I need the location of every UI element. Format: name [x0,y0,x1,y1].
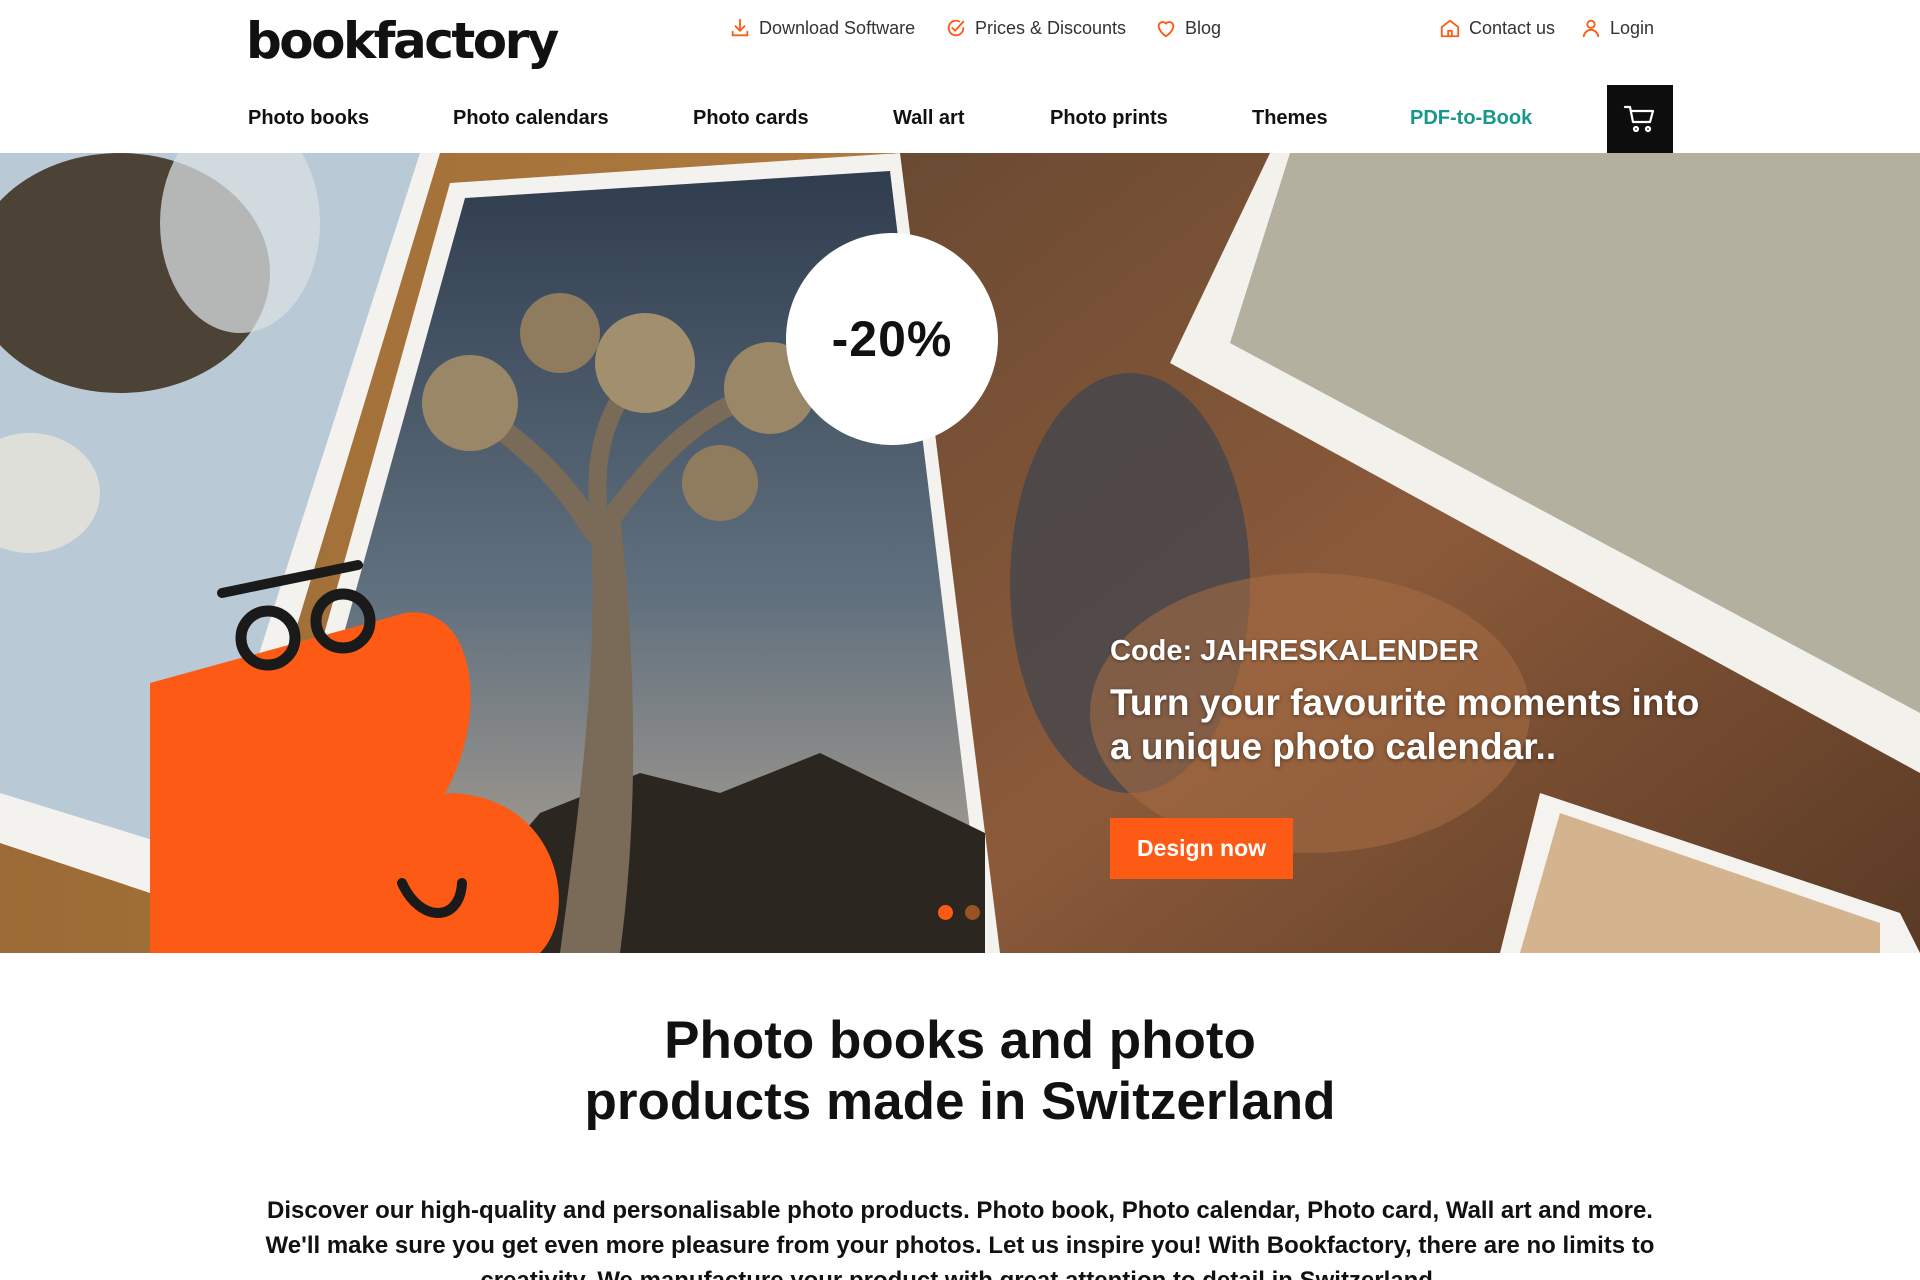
shopping-cart-icon [1623,105,1655,133]
site-header: bookfactory Download Software Prices & D… [0,0,1920,153]
main-navigation: Photo books Photo calendars Photo cards … [0,85,1920,153]
login-label: Login [1610,17,1655,38]
prices-discounts-link[interactable]: Prices & Discounts [945,17,1126,39]
nav-photo-prints[interactable]: Photo prints [1050,107,1168,130]
intro-text: Discover our high-quality and personalis… [265,1197,1655,1280]
discount-badge: -20% [786,233,998,445]
blog-label: Blog [1185,17,1222,38]
cart-button[interactable] [1607,85,1673,153]
nav-photo-calendars[interactable]: Photo calendars [453,107,609,130]
percent-badge-icon [947,19,965,37]
blog-link[interactable]: Blog [1155,17,1221,39]
nav-pdf-to-book[interactable]: PDF-to-Book [1410,107,1532,130]
download-icon [731,18,749,37]
intro-title: Photo books and photo products made in S… [584,1011,1336,1131]
design-now-button[interactable]: Design now [1110,818,1293,879]
slide-dot-2[interactable] [965,905,980,920]
promo-code: Code: JAHRESKALENDER [1110,635,1479,667]
hero-headline: Turn your favourite moments into a uniqu… [1110,682,1700,767]
login-link[interactable]: Login [1580,17,1654,39]
download-software-link[interactable]: Download Software [729,17,915,39]
slider-pagination [938,905,980,920]
user-icon [1582,19,1600,38]
home-icon [1440,19,1460,38]
prices-discounts-label: Prices & Discounts [975,17,1127,38]
heart-icon [1157,21,1175,38]
nav-photo-cards[interactable]: Photo cards [693,107,809,130]
nav-photo-books[interactable]: Photo books [248,107,369,130]
contact-us-label: Contact us [1469,17,1556,38]
slide-dot-1[interactable] [938,905,953,920]
nav-themes[interactable]: Themes [1252,107,1328,130]
nav-wall-art[interactable]: Wall art [893,107,965,130]
download-software-label: Download Software [759,17,916,38]
hero-banner: -20% Code: JAHRESKALENDER Turn your favo… [0,153,1920,953]
contact-us-link[interactable]: Contact us [1439,17,1555,39]
bookfactory-logo[interactable]: bookfactory [246,12,559,70]
